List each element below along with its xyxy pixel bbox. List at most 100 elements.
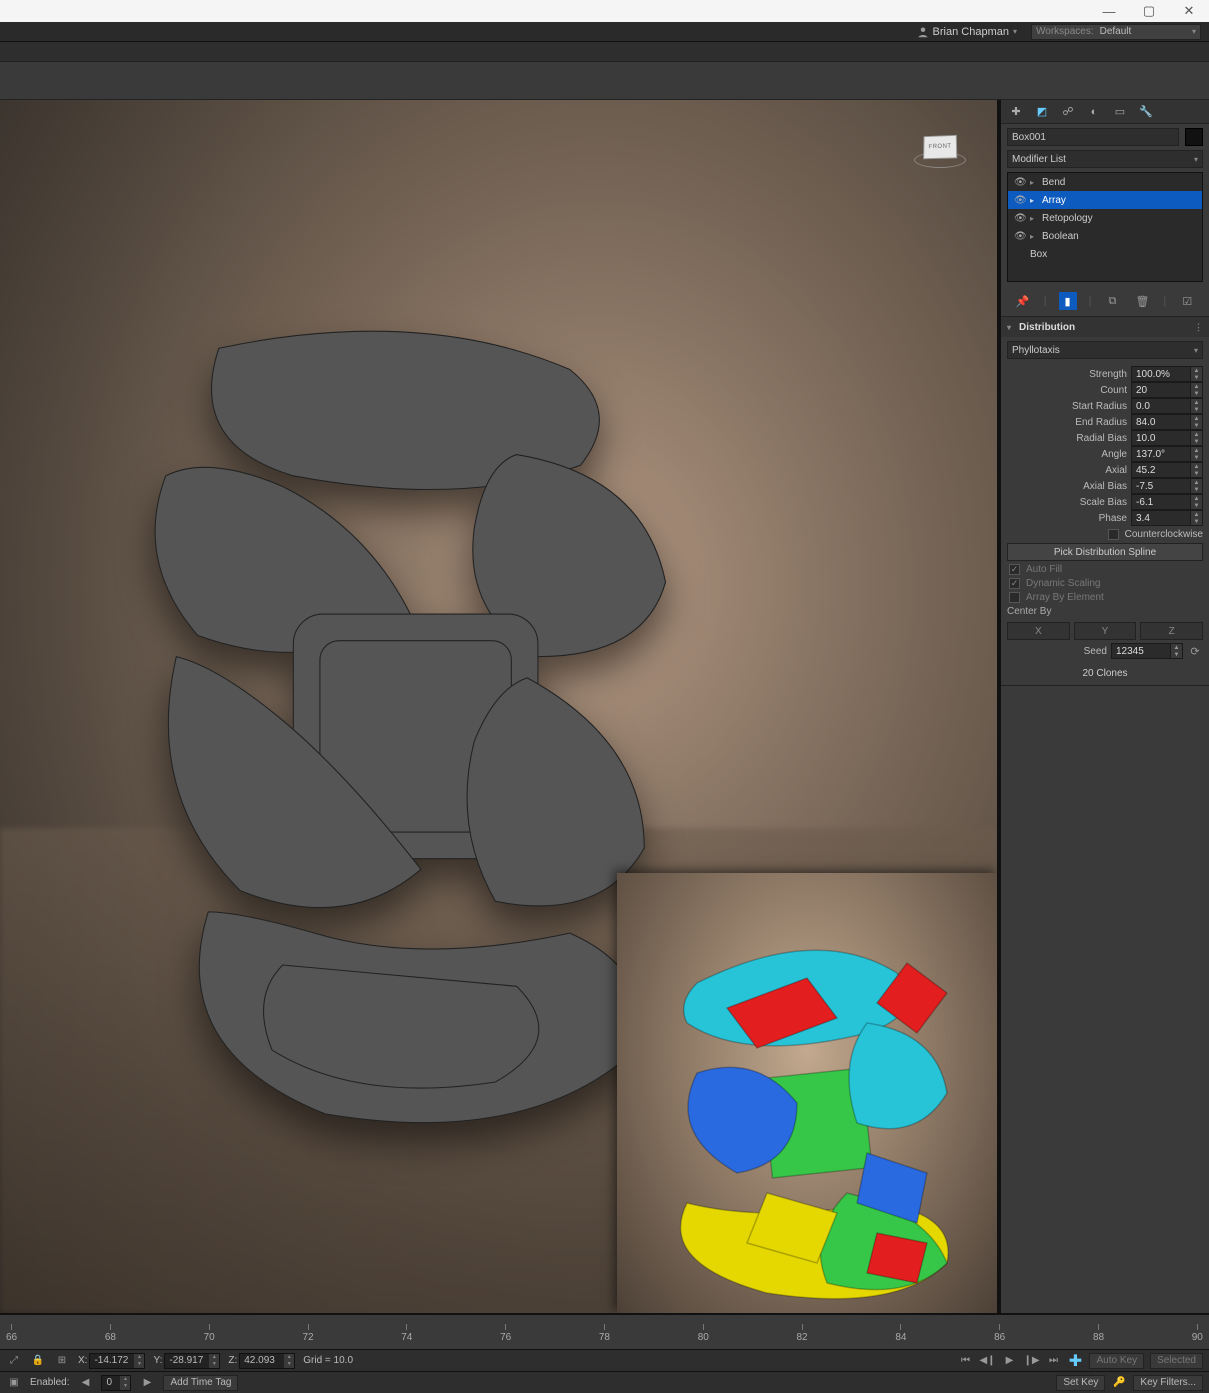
- isolate-selection-icon[interactable]: ⤢: [6, 1353, 22, 1369]
- auto-fill-label: Auto Fill: [1026, 564, 1062, 575]
- script-listener-icon[interactable]: ▣: [6, 1375, 22, 1391]
- param-spinner[interactable]: 0.0▲▼: [1131, 398, 1203, 414]
- array-by-element-label: Array By Element: [1026, 592, 1104, 603]
- y-coord-input[interactable]: -28.917▲▼: [164, 1353, 220, 1369]
- param-spinner[interactable]: 20▲▼: [1131, 382, 1203, 398]
- param-label: Axial Bias: [1007, 481, 1127, 492]
- rollout-menu-icon[interactable]: ⋮: [1194, 322, 1203, 333]
- z-coord-input[interactable]: 42.093▲▼: [239, 1353, 295, 1369]
- set-key-button[interactable]: Set Key: [1056, 1375, 1105, 1391]
- stack-item-base[interactable]: Box: [1008, 245, 1202, 263]
- auto-fill-checkbox[interactable]: ✓: [1009, 564, 1020, 575]
- pin-stack-icon[interactable]: 📌: [1014, 292, 1032, 310]
- modifier-stack[interactable]: 👁▸ Bend 👁▸ Array 👁▸ Retopology 👁▸ Boolea…: [1007, 172, 1203, 282]
- key-mode-icon[interactable]: 🔑: [1111, 1375, 1127, 1391]
- window-minimize-button[interactable]: —: [1089, 0, 1129, 22]
- remove-modifier-icon[interactable]: 🗑: [1133, 292, 1151, 310]
- param-value: 45.2: [1136, 465, 1155, 476]
- goto-end-icon[interactable]: ⏭: [1045, 1353, 1061, 1369]
- modify-tab-icon[interactable]: ◩: [1033, 103, 1051, 121]
- hierarchy-tab-icon[interactable]: ☍: [1059, 103, 1077, 121]
- signed-in-user[interactable]: Brian Chapman ▾: [917, 26, 1017, 38]
- next-tag-icon[interactable]: ▶: [139, 1375, 155, 1391]
- selected-filter-button[interactable]: Selected: [1150, 1353, 1203, 1369]
- viewcube[interactable]: FRONT: [913, 120, 967, 174]
- motion-tab-icon[interactable]: ◐: [1085, 103, 1103, 121]
- modifier-list-dropdown[interactable]: Modifier List: [1007, 150, 1203, 168]
- x-value: -14.172: [94, 1355, 128, 1366]
- counterclockwise-checkbox[interactable]: [1108, 529, 1119, 540]
- param-spinner[interactable]: 45.2▲▼: [1131, 462, 1203, 478]
- chevron-right-icon: ▸: [1030, 178, 1036, 187]
- param-spinner[interactable]: 137.0°▲▼: [1131, 446, 1203, 462]
- next-frame-icon[interactable]: ❙▶: [1023, 1353, 1039, 1369]
- param-spinner[interactable]: 10.0▲▼: [1131, 430, 1203, 446]
- stack-item-label: Box: [1030, 249, 1047, 260]
- axis-z-button[interactable]: Z: [1140, 622, 1203, 640]
- stack-item-array[interactable]: 👁▸ Array: [1008, 191, 1202, 209]
- visibility-icon[interactable]: 👁: [1014, 213, 1024, 224]
- render-preview-inset: [617, 873, 997, 1313]
- viewcube-face-front[interactable]: FRONT: [923, 135, 957, 159]
- stack-item-bend[interactable]: 👁▸ Bend: [1008, 173, 1202, 191]
- visibility-icon[interactable]: 👁: [1014, 231, 1024, 242]
- axis-x-button[interactable]: X: [1007, 622, 1070, 640]
- array-by-element-checkbox[interactable]: [1009, 592, 1020, 603]
- x-coord-input[interactable]: -14.172▲▼: [89, 1353, 145, 1369]
- object-name-input[interactable]: [1007, 128, 1179, 146]
- center-by-axes: X Y Z: [1007, 622, 1203, 640]
- workspace-dropdown[interactable]: Workspaces: Default: [1031, 24, 1201, 40]
- goto-start-icon[interactable]: ⏮: [957, 1353, 973, 1369]
- param-spinner[interactable]: 100.0%▲▼: [1131, 366, 1203, 382]
- rollout-header[interactable]: Distribution ⋮: [1001, 317, 1209, 337]
- workspace-value: Default: [1100, 26, 1132, 37]
- rollout-title: Distribution: [1019, 322, 1075, 333]
- distribution-type-dropdown[interactable]: Phyllotaxis: [1007, 341, 1203, 359]
- add-key-icon[interactable]: ✚: [1067, 1353, 1083, 1369]
- object-color-swatch[interactable]: [1185, 128, 1203, 146]
- pick-distribution-spline-button[interactable]: Pick Distribution Spline: [1007, 543, 1203, 561]
- param-spinner[interactable]: -7.5▲▼: [1131, 478, 1203, 494]
- display-tab-icon[interactable]: ▭: [1111, 103, 1129, 121]
- time-slider[interactable]: 66687072747678808284868890: [0, 1313, 1209, 1349]
- stack-item-boolean[interactable]: 👁▸ Boolean: [1008, 227, 1202, 245]
- configure-sets-icon[interactable]: ☑: [1178, 292, 1196, 310]
- time-tick: 88: [1093, 1324, 1104, 1343]
- selection-lock-icon[interactable]: 🔒: [30, 1353, 46, 1369]
- make-unique-icon[interactable]: ⧉: [1103, 292, 1121, 310]
- param-label: Angle: [1007, 449, 1127, 460]
- dynamic-scaling-checkbox[interactable]: ✓: [1009, 578, 1020, 589]
- stack-item-label: Array: [1042, 195, 1066, 206]
- y-value: -28.917: [169, 1355, 203, 1366]
- auto-key-button[interactable]: Auto Key: [1089, 1353, 1144, 1369]
- axis-y-button[interactable]: Y: [1074, 622, 1137, 640]
- time-tick: 70: [204, 1324, 215, 1343]
- show-end-result-icon[interactable]: ▮: [1059, 292, 1077, 310]
- seed-randomize-icon[interactable]: ⟳: [1187, 645, 1203, 658]
- create-tab-icon[interactable]: ✚: [1007, 103, 1025, 121]
- key-filters-button[interactable]: Key Filters...: [1133, 1375, 1203, 1391]
- ribbon-toolbar: [0, 62, 1209, 100]
- param-value: 0.0: [1136, 401, 1150, 412]
- prev-frame-icon[interactable]: ◀❙: [979, 1353, 995, 1369]
- tag-index-input[interactable]: 0▲▼: [101, 1375, 131, 1391]
- stack-item-retopology[interactable]: 👁▸ Retopology: [1008, 209, 1202, 227]
- param-spinner[interactable]: -6.1▲▼: [1131, 494, 1203, 510]
- visibility-icon[interactable]: 👁: [1014, 177, 1024, 188]
- window-maximize-button[interactable]: ▢: [1129, 0, 1169, 22]
- play-icon[interactable]: ▶: [1001, 1353, 1017, 1369]
- add-time-tag-button[interactable]: Add Time Tag: [163, 1375, 238, 1391]
- param-spinner[interactable]: 84.0▲▼: [1131, 414, 1203, 430]
- coord-display-icon[interactable]: ⊞: [54, 1353, 70, 1369]
- utilities-tab-icon[interactable]: 🔧: [1137, 103, 1155, 121]
- time-ticks: 66687072747678808284868890: [6, 1323, 1203, 1343]
- seed-spinner[interactable]: 12345▲▼: [1111, 643, 1183, 659]
- window-close-button[interactable]: ✕: [1169, 0, 1209, 22]
- viewport[interactable]: FRONT: [0, 100, 999, 1313]
- param-spinner[interactable]: 3.4▲▼: [1131, 510, 1203, 526]
- window-titlebar: — ▢ ✕: [0, 0, 1209, 22]
- stack-toolbar: 📌 | ▮ | ⧉ 🗑 | ☑: [1001, 288, 1209, 317]
- viewport-mesh: [70, 258, 708, 1204]
- visibility-icon[interactable]: 👁: [1014, 195, 1024, 206]
- prev-tag-icon[interactable]: ◀: [77, 1375, 93, 1391]
